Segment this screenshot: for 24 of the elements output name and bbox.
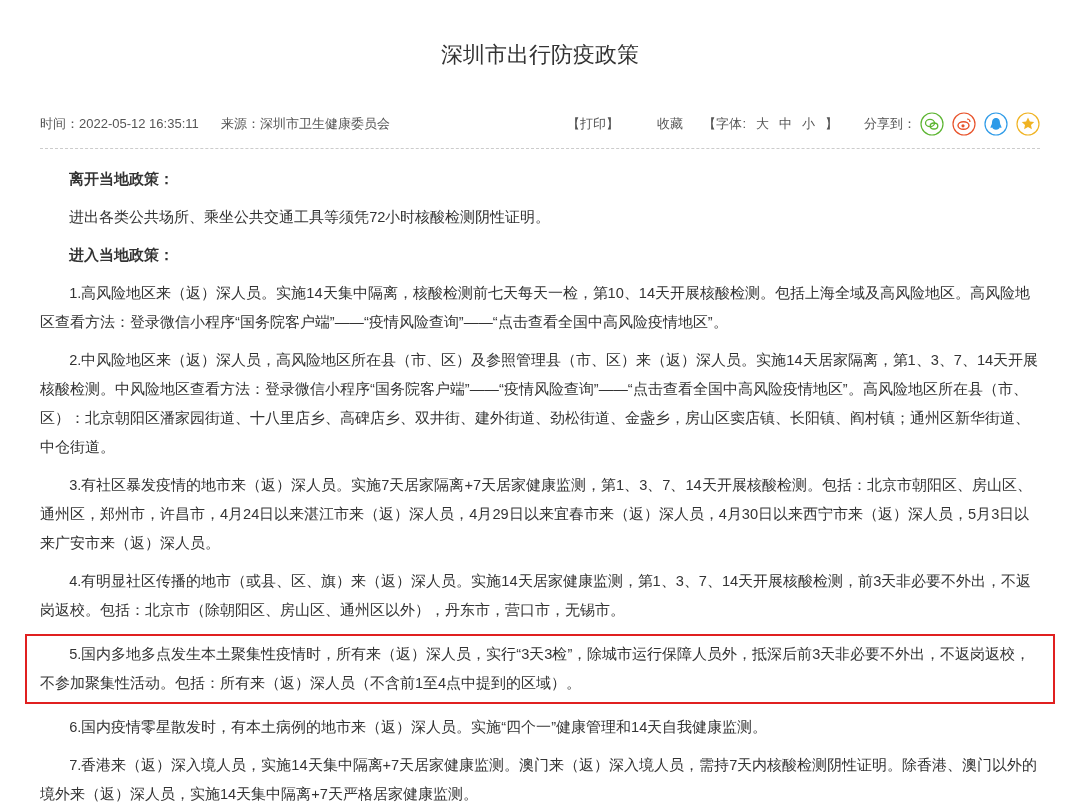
policy-paragraph: 进出各类公共场所、乘坐公共交通工具等须凭72小时核酸检测阴性证明。 (68, 208, 552, 227)
policy-paragraph: 1.高风险地区来（返）深人员。实施14天集中隔离，核酸检测前七天每天一检，第10、14天开展核酸检测。包括上海全域及高风险地区。高风险地区查看方法：登录微信小程序“国务院客户端”——“疫情风险查询”——“点击查看全国中高风险疫情地区”。 (40, 284, 1032, 332)
chat-bubbles-icon[interactable] (920, 112, 944, 136)
source-text: 来源：深圳市卫生健康委员会 (220, 115, 390, 133)
publish-time: 时间：2022-05-12 16:35:11 (40, 115, 199, 133)
bracket-text: 】 (825, 115, 838, 133)
policy-paragraph: 2.中风险地区来（返）深人员，高风险地区所在县（市、区）及参照管理县（市、区）来（返）深人员。实施14天居家隔离，第1、3、7、14天开展核酸检测。中风险地区查看方法：登录微信小程序“国务院客户端”——“疫情风险查询”——“点击查看全国中高风险疫情地区”。高风险地区所在县（市、区）：北京朝阳区潘家园街道、十八里店乡、高碑店乡、双井街、建外街道、劲松街道、金盏乡，房山区窦店镇、长阳镇、阎村镇；通州区新华街道、中仓街道。 (40, 351, 1040, 457)
section-heading: 进入当地政策： (68, 246, 176, 265)
policy-paragraph: 4.有明显社区传播的地市（或县、区、旗）来（返）深人员。实施14天居家健康监测，第1、3、7、14天开展核酸检测，前3天非必要不外出，不返岗返校。包括：北京市（除朝阳区、房山区、通州区以外），丹东市，营口市，无锡市。 (40, 572, 1033, 620)
share-label: 分享到： (864, 115, 916, 133)
print-link[interactable]: 【打印】 (567, 115, 620, 133)
penguin-icon[interactable] (984, 112, 1008, 136)
eye-logo-icon[interactable] (952, 112, 976, 136)
font-size-label: 【字体: (703, 115, 746, 133)
policy-paragraph: 6.国内疫情零星散发时，有本土病例的地市来（返）深人员。实施“四个一”健康管理和14天自我健康监测。 (68, 718, 769, 737)
policy-paragraph: 3.有社区暴发疫情的地市来（返）深人员。实施7天居家隔离+7天居家健康监测，第1、3、7、14天开展核酸检测。包括：北京市朝阳区、房山区、通州区，郑州市，许昌市，4月24日以来湛江市来（返）深人员，4月29日以来宜春市来（返）深人员，4月30日以来西宁市来（返）深人员，5月3日以来广安市来（返）深人员。 (40, 476, 1033, 553)
policy-paragraph: 7.香港来（返）深入境人员，实施14天集中隔离+7天居家健康监测。澳门来（返）深入境人员，需持7天内核酸检测阴性证明。除香港、澳门以外的境外来（返）深人员，实施14天集中隔离+7天严格居家健康监测。 (40, 756, 1039, 804)
highlighted-paragraph: 5.国内多地多点发生本土聚集性疫情时，所有来（返）深人员，实行“3天3检”，除城市运行保障人员外，抵深后前3天非必要不外出，不返岗返校，不参加聚集性活动。包括：所有来（返）深人员（不含前1至4点中提到的区域）。 (25, 634, 1055, 704)
font-size-link[interactable]: 小 (802, 115, 815, 133)
font-size-link[interactable]: 大 (756, 115, 769, 133)
article-title: 深圳市出行防疫政策 (440, 41, 640, 69)
favorite-link[interactable]: 收藏 (657, 115, 684, 133)
section-heading: 离开当地政策： (68, 170, 176, 189)
font-size-link[interactable]: 中 (779, 115, 792, 133)
